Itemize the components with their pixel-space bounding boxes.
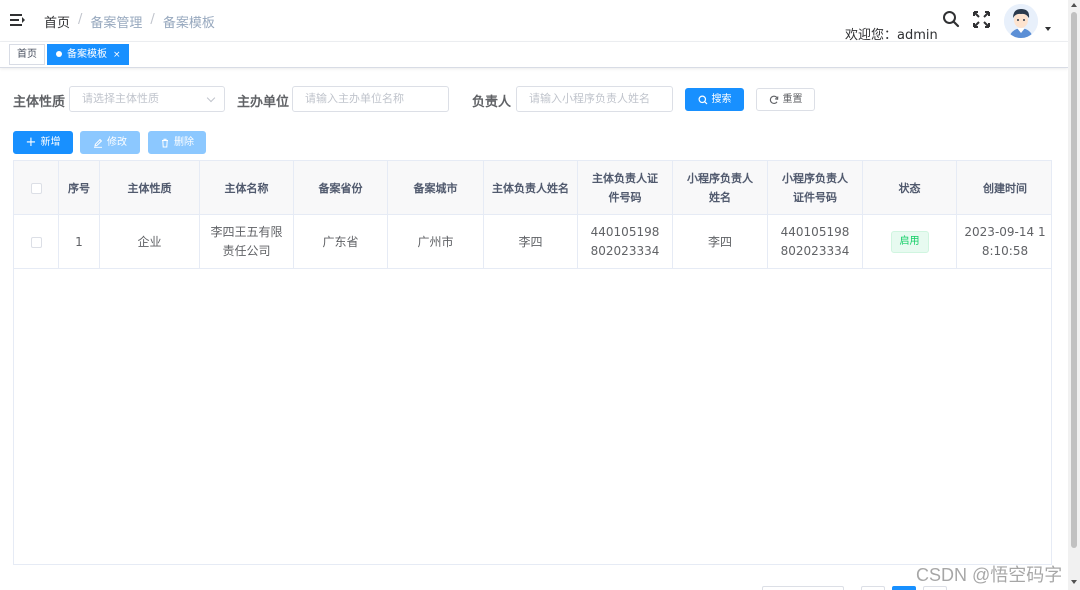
column-header: 备案城市 <box>388 161 484 215</box>
table-cell: 李四 <box>484 215 578 269</box>
search-icon[interactable] <box>942 10 960 28</box>
breadcrumb-separator: / <box>150 12 155 27</box>
add-button-label: 新增 <box>40 137 61 148</box>
column-header: 状态 <box>863 161 957 215</box>
breadcrumb: 首页 / 备案管理 / 备案模板 <box>44 12 215 31</box>
search-icon <box>698 95 707 104</box>
tags-view: 首页 备案模板 × <box>0 42 1068 68</box>
field-label-entity-type: 主体性质 <box>13 95 66 110</box>
table-cell: 440105198802023334 <box>578 215 673 269</box>
table-cell: 广东省 <box>294 215 388 269</box>
owner-input[interactable]: 请输入小程序负责人姓名 <box>516 86 673 112</box>
prev-page-button[interactable] <box>861 586 885 590</box>
tag-label: 备案模板 <box>67 49 107 60</box>
column-header: 主体名称 <box>200 161 294 215</box>
table-cell: 1 <box>59 215 100 269</box>
tag-filing-template[interactable]: 备案模板 × <box>47 44 129 65</box>
edit-button[interactable]: 修改 <box>80 131 140 154</box>
column-header: 小程序负责人证件号码 <box>768 161 863 215</box>
tag-home[interactable]: 首页 <box>9 44 45 65</box>
field-label-host-unit: 主办单位 <box>237 95 290 110</box>
tag-label: 首页 <box>17 49 37 60</box>
field-label-owner: 负责人 <box>472 95 512 110</box>
column-header: 主体负责人姓名 <box>484 161 578 215</box>
column-header: 创建时间 <box>983 181 1027 195</box>
watermark: CSDN @悟空码字 <box>916 565 1063 585</box>
edit-button-label: 修改 <box>107 137 127 148</box>
delete-button[interactable]: 删除 <box>148 131 206 154</box>
search-button-label: 搜索 <box>711 94 732 105</box>
avatar-dropdown-icon[interactable] <box>1045 27 1051 31</box>
hamburger-menu-icon[interactable] <box>10 12 26 28</box>
select-placeholder: 请选择主体性质 <box>82 92 159 105</box>
entity-type-select[interactable]: 请选择主体性质 <box>69 86 225 112</box>
delete-button-label: 删除 <box>174 137 194 148</box>
column-header: 备案省份 <box>294 161 388 215</box>
trash-icon <box>162 138 168 147</box>
scroll-down-icon[interactable] <box>1071 580 1077 584</box>
column-header: 主体负责人证件号码 <box>578 161 673 215</box>
table-cell: 广州市 <box>388 215 484 269</box>
user-avatar[interactable] <box>1004 4 1038 38</box>
reset-button-label: 重置 <box>782 94 803 105</box>
breadcrumb-filing-management: 备案管理 <box>90 16 143 31</box>
scrollbar-thumb[interactable] <box>1071 12 1077 548</box>
table-cell: 2023-09-14 18:10:58 <box>964 225 1046 258</box>
table-row[interactable]: 1 企业 李四王五有限责任公司 广东省 广州市 李四 4401051988020… <box>14 215 1051 269</box>
row-checkbox[interactable] <box>30 236 42 248</box>
status-badge: 启用 <box>890 231 929 253</box>
reset-button[interactable]: 重置 <box>756 88 815 111</box>
edit-icon <box>94 138 103 148</box>
page-size-select[interactable] <box>762 586 844 590</box>
page-button-active[interactable] <box>892 586 916 590</box>
input-placeholder: 请输入主办单位名称 <box>305 92 404 105</box>
column-header: 主体性质 <box>100 161 200 215</box>
header-select-all <box>14 161 59 215</box>
close-icon[interactable]: × <box>113 50 121 60</box>
plus-icon: + <box>25 134 37 150</box>
welcome-text: 欢迎您：admin <box>845 28 938 43</box>
table-cell: 李四 <box>673 215 768 269</box>
scroll-up-icon[interactable] <box>1071 3 1077 7</box>
input-placeholder: 请输入小程序负责人姓名 <box>529 92 650 105</box>
refresh-icon <box>769 95 778 104</box>
table-cell: 440105198802023334 <box>768 215 863 269</box>
select-all-checkbox[interactable] <box>30 182 42 194</box>
status-cell: 启用 <box>863 215 957 269</box>
search-button[interactable]: 搜索 <box>685 88 744 111</box>
data-table: 序号 主体性质 主体名称 备案省份 备案城市 主体负责人姓名 主体负责人证件号码… <box>13 160 1052 565</box>
breadcrumb-home[interactable]: 首页 <box>44 12 70 31</box>
table-cell: 企业 <box>100 215 200 269</box>
chevron-down-icon <box>206 93 216 103</box>
fullscreen-icon[interactable] <box>973 11 990 28</box>
navbar: 首页 / 备案管理 / 备案模板 欢迎您：admin <box>0 0 1068 43</box>
breadcrumb-filing-template: 备案模板 <box>162 16 215 31</box>
active-dot-icon <box>56 51 62 57</box>
breadcrumb-separator: / <box>78 12 83 27</box>
add-button[interactable]: + 新增 <box>13 131 73 154</box>
table-cell: 李四王五有限责任公司 <box>200 215 294 269</box>
row-select <box>14 215 59 269</box>
table-header: 序号 主体性质 主体名称 备案省份 备案城市 主体负责人姓名 主体负责人证件号码… <box>14 161 1051 215</box>
column-header: 小程序负责人姓名 <box>673 161 768 215</box>
page-scrollbar[interactable] <box>1068 0 1080 590</box>
host-unit-input[interactable]: 请输入主办单位名称 <box>292 86 449 112</box>
column-header: 序号 <box>59 161 100 215</box>
